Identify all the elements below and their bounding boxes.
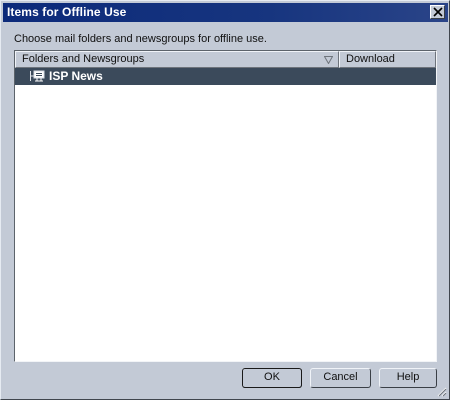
column-header-download-label: Download xyxy=(346,53,395,65)
newsgroup-server-icon xyxy=(33,70,45,82)
help-button[interactable]: Help xyxy=(379,368,437,388)
list-header: Folders and Newsgroups Download xyxy=(15,51,436,68)
instruction-text: Choose mail folders and newsgroups for o… xyxy=(14,33,267,45)
close-icon xyxy=(433,7,443,17)
resize-grip-icon[interactable] xyxy=(435,385,447,397)
list-item[interactable]: ISP News xyxy=(15,68,436,85)
window-title: Items for Offline Use xyxy=(7,5,127,19)
list-item-label: ISP News xyxy=(49,69,103,83)
cancel-button[interactable]: Cancel xyxy=(310,368,371,388)
sort-descending-triangle-icon xyxy=(324,56,333,64)
title-bar[interactable]: Items for Offline Use xyxy=(3,3,448,22)
offline-items-dialog: Items for Offline Use Choose mail folder… xyxy=(0,0,450,400)
column-header-folders-label: Folders and Newsgroups xyxy=(22,53,145,65)
column-header-download[interactable]: Download xyxy=(339,51,436,68)
column-header-folders[interactable]: Folders and Newsgroups xyxy=(15,51,339,68)
ok-button[interactable]: OK xyxy=(242,368,302,388)
close-button[interactable] xyxy=(430,5,445,19)
folders-list[interactable]: Folders and Newsgroups Download ISP News xyxy=(14,50,437,362)
